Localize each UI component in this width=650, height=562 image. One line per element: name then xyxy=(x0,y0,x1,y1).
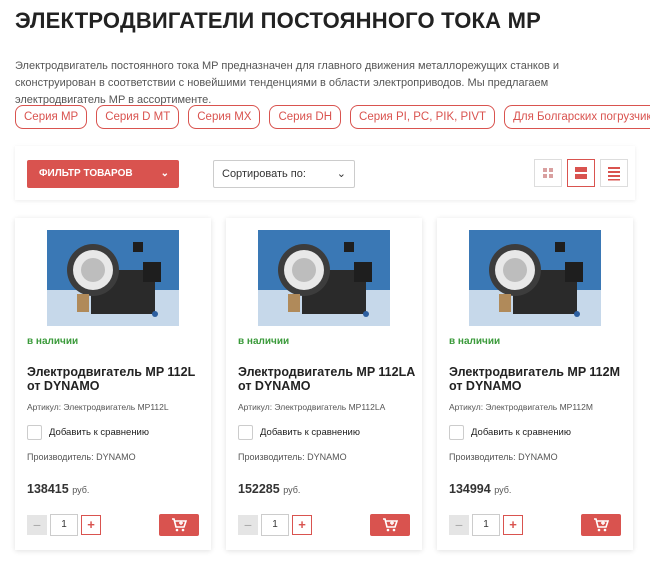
product-sku: Артикул: Электродвигатель MP112L xyxy=(27,402,169,412)
series-chip-bulgarian[interactable]: Для Болгарских погрузчиков xyxy=(504,105,650,129)
product-image[interactable] xyxy=(258,230,390,326)
chevron-down-icon: ⌄ xyxy=(336,168,346,180)
price-currency: руб. xyxy=(72,485,90,495)
price-currency: руб. xyxy=(283,485,301,495)
product-sku: Артикул: Электродвигатель MP112LA xyxy=(238,402,386,412)
compare-control[interactable]: Добавить к сравнению xyxy=(27,425,149,440)
compare-checkbox[interactable] xyxy=(27,425,42,440)
product-title[interactable]: Электродвигатель MP 112LA от DYNAMO xyxy=(238,365,416,393)
product-price: 152285 руб. xyxy=(238,482,300,496)
page-description: Электродвигатель постоянного тока MP пре… xyxy=(15,60,560,106)
stock-status: в наличии xyxy=(27,336,79,347)
series-filter-list: Серия MP Серия D MT Серия MX Серия DH Се… xyxy=(15,105,650,129)
product-sku: Артикул: Электродвигатель MP112M xyxy=(449,402,593,412)
quantity-input[interactable]: 1 xyxy=(261,514,289,536)
quantity-input[interactable]: 1 xyxy=(472,514,500,536)
series-chip-dh[interactable]: Серия DH xyxy=(269,105,342,129)
cart-icon xyxy=(594,518,609,532)
list-icon xyxy=(575,167,587,179)
increase-qty-button[interactable]: + xyxy=(81,515,101,535)
compare-label[interactable]: Добавить к сравнению xyxy=(471,427,571,438)
product-card: в наличии Электродвигатель MP 112M от DY… xyxy=(437,218,633,550)
stock-status: в наличии xyxy=(449,336,501,347)
increase-qty-button[interactable]: + xyxy=(292,515,312,535)
table-view-button[interactable] xyxy=(600,159,628,187)
series-chip-dmt[interactable]: Серия D MT xyxy=(96,105,180,129)
add-to-cart-button[interactable] xyxy=(581,514,621,536)
decrease-qty-button[interactable]: − xyxy=(238,515,258,535)
product-image[interactable] xyxy=(469,230,601,326)
compare-control[interactable]: Добавить к сравнению xyxy=(238,425,360,440)
product-title[interactable]: Электродвигатель MP 112L от DYNAMO xyxy=(27,365,205,393)
catalog-toolbar: ФИЛЬТР ТОВАРОВ ⌄ Сортировать по: ⌄ xyxy=(15,146,635,200)
product-card: в наличии Электродвигатель MP 112LA от D… xyxy=(226,218,422,550)
product-manufacturer: Производитель: DYNAMO xyxy=(27,452,136,462)
product-card: в наличии Электродвигатель MP 112L от DY… xyxy=(15,218,211,550)
quantity-stepper: − 1 + xyxy=(27,514,101,536)
add-to-cart-button[interactable] xyxy=(159,514,199,536)
quantity-stepper: − 1 + xyxy=(449,514,523,536)
series-chip-mx[interactable]: Серия MX xyxy=(188,105,261,129)
product-image[interactable] xyxy=(47,230,179,326)
product-price: 138415 руб. xyxy=(27,482,89,496)
quantity-stepper: − 1 + xyxy=(238,514,312,536)
compare-label[interactable]: Добавить к сравнению xyxy=(260,427,360,438)
page-title: ЭЛЕКТРОДВИГАТЕЛИ ПОСТОЯННОГО ТОКА MP xyxy=(15,8,541,33)
add-to-cart-button[interactable] xyxy=(370,514,410,536)
table-icon xyxy=(608,167,620,181)
price-value: 152285 xyxy=(238,482,280,496)
series-chip-pi[interactable]: Серия PI, PC, PIK, PIVT xyxy=(350,105,496,129)
decrease-qty-button[interactable]: − xyxy=(27,515,47,535)
grid-icon xyxy=(543,168,553,178)
sort-select[interactable]: Сортировать по: ⌄ xyxy=(213,160,355,188)
price-value: 134994 xyxy=(449,482,491,496)
compare-checkbox[interactable] xyxy=(238,425,253,440)
compare-checkbox[interactable] xyxy=(449,425,464,440)
cart-icon xyxy=(383,518,398,532)
price-value: 138415 xyxy=(27,482,69,496)
list-view-button[interactable] xyxy=(567,159,595,187)
sort-label: Сортировать по: xyxy=(222,168,306,180)
filter-button[interactable]: ФИЛЬТР ТОВАРОВ ⌄ xyxy=(27,160,179,188)
cart-icon xyxy=(172,518,187,532)
price-currency: руб. xyxy=(494,485,512,495)
compare-control[interactable]: Добавить к сравнению xyxy=(449,425,571,440)
series-chip-mp[interactable]: Серия MP xyxy=(15,105,88,129)
filter-button-label: ФИЛЬТР ТОВАРОВ xyxy=(39,168,133,179)
chevron-down-icon: ⌄ xyxy=(160,168,169,179)
product-title[interactable]: Электродвигатель MP 112M от DYNAMO xyxy=(449,365,627,393)
decrease-qty-button[interactable]: − xyxy=(449,515,469,535)
compare-label[interactable]: Добавить к сравнению xyxy=(49,427,149,438)
product-manufacturer: Производитель: DYNAMO xyxy=(238,452,347,462)
stock-status: в наличии xyxy=(238,336,290,347)
product-manufacturer: Производитель: DYNAMO xyxy=(449,452,558,462)
quantity-input[interactable]: 1 xyxy=(50,514,78,536)
increase-qty-button[interactable]: + xyxy=(503,515,523,535)
product-price: 134994 руб. xyxy=(449,482,511,496)
grid-view-button[interactable] xyxy=(534,159,562,187)
